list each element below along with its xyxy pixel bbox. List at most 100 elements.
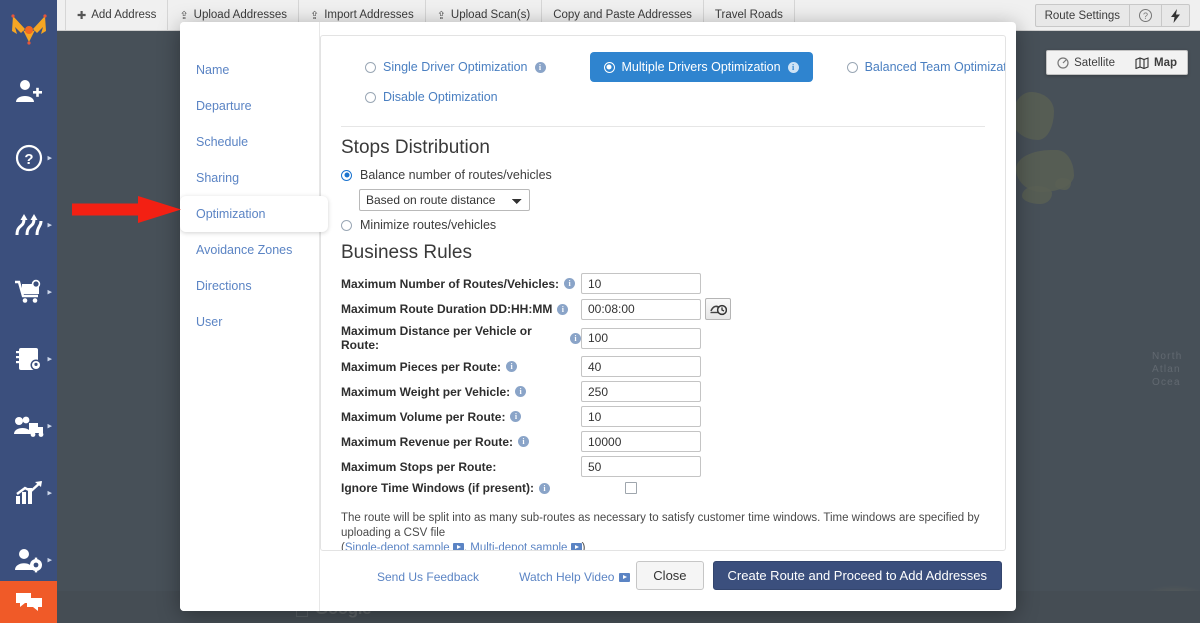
info-icon[interactable]: i (534, 61, 546, 73)
tab-avoidance-zones[interactable]: Avoidance Zones (180, 232, 319, 268)
field-max-duration: Maximum Route Duration DD:HH:MM i (341, 298, 985, 320)
upload-icon: ⇪ (179, 9, 189, 22)
user-gear-icon (14, 548, 42, 572)
max-duration-input[interactable] (581, 298, 701, 320)
radio-single-driver-optimization[interactable]: Single Driver Optimization i (351, 52, 560, 82)
tab-label: Avoidance Zones (196, 243, 293, 257)
tab-user[interactable]: User (180, 304, 319, 340)
divider (341, 126, 985, 127)
chevron-right-icon: ▸ (47, 286, 52, 296)
toolbar-right-group: Route Settings ? (1034, 4, 1190, 27)
max-routes-input[interactable] (581, 273, 701, 294)
tab-sharing[interactable]: Sharing (180, 160, 319, 196)
distribution-basis-select[interactable]: Based on route distanceBased on number o… (359, 189, 530, 211)
info-icon[interactable]: i (557, 303, 569, 315)
sidebar-item-orders[interactable]: ▸ (0, 258, 57, 325)
chat-widget-button[interactable] (0, 581, 57, 623)
link-label: Single-depot sample (344, 542, 450, 551)
add-address-button[interactable]: ✚ Add Address (65, 0, 169, 30)
max-stops-input[interactable] (581, 456, 701, 477)
multi-depot-sample-link[interactable]: Multi-depot sample (470, 542, 582, 550)
max-distance-input[interactable] (581, 327, 701, 349)
label-text: Maximum Route Duration DD:HH:MM (341, 302, 553, 316)
radio-multiple-drivers-optimization[interactable]: Multiple Drivers Optimization i (589, 52, 813, 82)
route4me-logo-icon[interactable] (0, 0, 57, 57)
close-button[interactable]: Close (636, 561, 704, 590)
field-label: Maximum Weight per Vehicle: i (341, 385, 581, 399)
max-volume-input[interactable] (581, 406, 701, 427)
sidebar-item-analytics[interactable]: ▸ (0, 459, 57, 526)
footer-buttons: Close Create Route and Proceed to Add Ad… (636, 561, 1002, 590)
sidebar-item-team-vehicles[interactable]: ▸ (0, 392, 57, 459)
tab-optimization[interactable]: Optimization (180, 196, 328, 232)
max-pieces-input[interactable] (581, 356, 701, 377)
address-book-icon (15, 347, 41, 370)
field-max-pieces: Maximum Pieces per Route: i (341, 356, 985, 377)
watch-help-video-link[interactable]: Watch Help Video (519, 570, 631, 584)
tab-label: Sharing (196, 171, 240, 185)
radio-circle-icon (846, 61, 858, 73)
tab-label: Departure (196, 99, 252, 113)
radio-balance-routes[interactable]: Balance number of routes/vehicles (341, 168, 985, 182)
tab-name[interactable]: Name (180, 52, 319, 88)
chevron-right-icon: ▸ (47, 353, 52, 363)
sidebar-item-add-user[interactable] (0, 57, 57, 124)
tab-label: User (196, 315, 223, 329)
tab-departure[interactable]: Departure (180, 88, 319, 124)
time-windows-note: The route will be split into as many sub… (341, 511, 985, 551)
create-route-button[interactable]: Create Route and Proceed to Add Addresse… (712, 561, 1002, 590)
info-icon[interactable]: i (570, 332, 581, 344)
scan-icon: ⇪ (436, 9, 446, 22)
info-icon[interactable]: i (506, 361, 518, 372)
plus-icon: ✚ (77, 9, 87, 22)
single-depot-sample-link[interactable]: Single-depot sample (344, 542, 464, 551)
send-feedback-link[interactable]: Send Us Feedback (377, 570, 479, 584)
info-icon[interactable]: i (564, 278, 576, 289)
radio-balanced-team-optimization[interactable]: Balanced Team Optimization (833, 52, 1005, 82)
field-max-volume: Maximum Volume per Route: i (341, 406, 985, 427)
button-label: Upload Scan(s) (450, 9, 531, 21)
button-label: Add Address (91, 9, 157, 21)
field-label: Maximum Number of Routes/Vehicles: i (341, 277, 581, 291)
team-truck-icon (13, 416, 43, 437)
tab-directions[interactable]: Directions (180, 268, 319, 304)
info-icon[interactable]: i (787, 61, 799, 73)
info-icon[interactable]: i (518, 436, 530, 447)
radio-circle-icon (365, 91, 376, 103)
video-icon[interactable] (570, 543, 582, 550)
max-revenue-input[interactable] (581, 431, 701, 452)
sidebar-item-address-book[interactable]: ▸ (0, 325, 57, 392)
info-icon[interactable]: i (515, 386, 527, 397)
quick-actions-button[interactable] (1162, 5, 1189, 26)
ignore-time-windows-checkbox[interactable] (625, 482, 637, 494)
note-paren-close: ) (581, 542, 586, 551)
left-sidebar: ? ▸ ▸ ▸ ▸ ▸ ▸ ▸ (0, 0, 57, 623)
field-label: Maximum Stops per Route: (341, 460, 581, 474)
max-weight-input[interactable] (581, 381, 701, 402)
chevron-right-icon: ▸ (47, 487, 52, 497)
field-label: Maximum Distance per Vehicle or Route: i (341, 324, 581, 352)
tab-schedule[interactable]: Schedule (180, 124, 319, 160)
shopping-cart-icon (14, 279, 40, 303)
tab-label: Schedule (196, 135, 249, 149)
option-label: Balance number of routes/vehicles (360, 168, 552, 182)
sidebar-item-help[interactable]: ? ▸ (0, 124, 57, 191)
info-icon[interactable]: i (539, 482, 551, 494)
info-icon[interactable]: i (510, 411, 522, 422)
video-icon[interactable] (452, 543, 464, 550)
route-settings-button[interactable]: Route Settings (1036, 5, 1130, 26)
optimization-panel: Single Driver Optimization i Multiple Dr… (320, 35, 1006, 551)
chevron-right-icon: ▸ (47, 219, 52, 229)
radio-disable-optimization[interactable]: Disable Optimization (351, 82, 512, 112)
button-label: Copy and Paste Addresses (553, 9, 692, 21)
sidebar-item-routes[interactable]: ▸ (0, 191, 57, 258)
option-label: Disable Optimization (383, 90, 498, 104)
question-circle-icon: ? (15, 144, 42, 171)
option-label: Multiple Drivers Optimization (621, 60, 781, 74)
map-view-button[interactable]: Map (1125, 51, 1187, 74)
clock-picker-icon[interactable] (705, 298, 731, 320)
tab-label: Optimization (196, 207, 266, 221)
radio-minimize-routes[interactable]: Minimize routes/vehicles (341, 218, 985, 232)
satellite-view-button[interactable]: Satellite (1047, 51, 1125, 74)
help-button[interactable]: ? (1130, 5, 1162, 26)
